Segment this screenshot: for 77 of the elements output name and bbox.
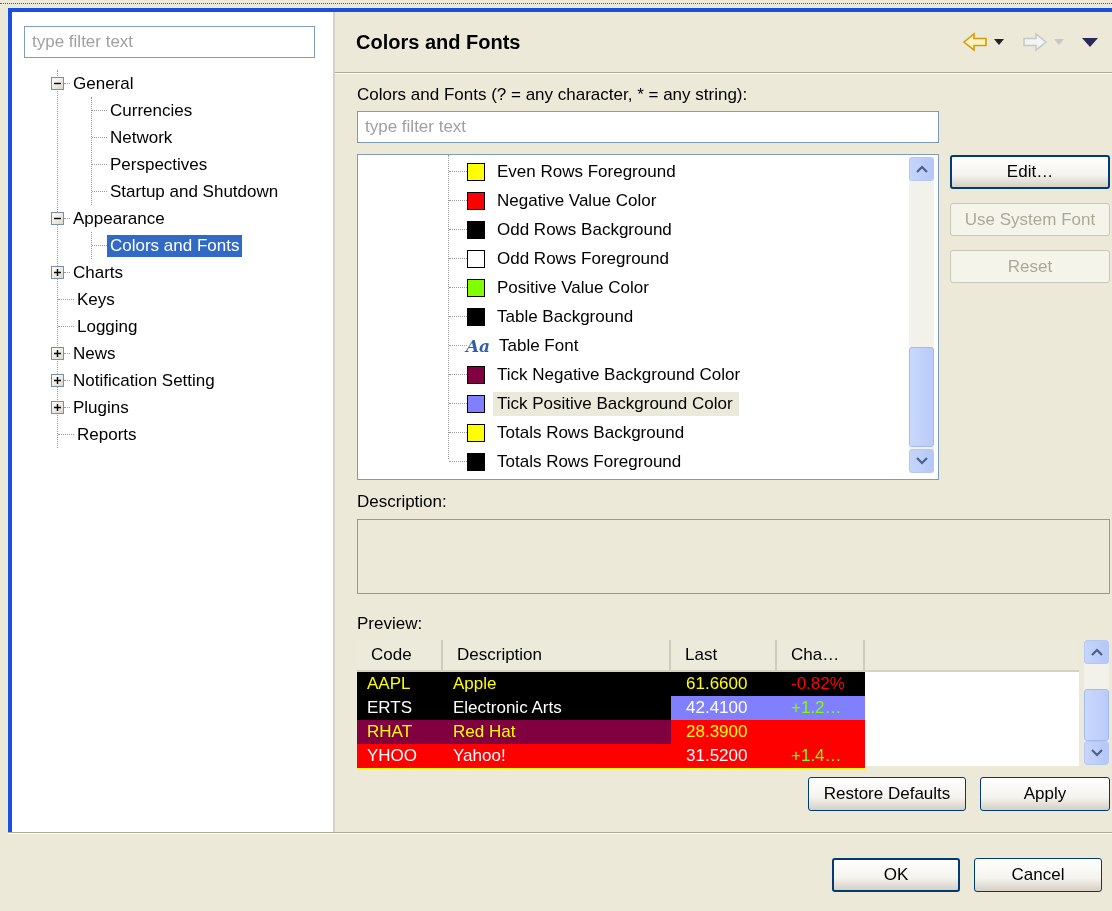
list-item[interactable]: Even Rows Foreground (493, 159, 682, 184)
list-item[interactable]: Totals Rows Background (493, 420, 691, 445)
tree-item[interactable]: News (70, 342, 119, 365)
scroll-thumb[interactable] (909, 347, 934, 447)
expand-icon[interactable] (51, 347, 64, 360)
preview-label: Preview: (357, 613, 424, 635)
collapse-icon[interactable] (51, 77, 64, 90)
scrollbar[interactable] (909, 157, 934, 473)
tree-item[interactable]: Appearance (70, 207, 168, 230)
back-arrow-icon[interactable] (962, 32, 988, 52)
tree-item[interactable]: Startup and Shutdown (107, 180, 282, 203)
list-item[interactable]: Tick Negative Background Color (493, 362, 747, 387)
cell-text: Apple (453, 674, 497, 694)
expand-icon[interactable] (51, 266, 64, 279)
tree-item[interactable]: Notification Setting (70, 369, 218, 392)
ok-button[interactable]: OK (832, 858, 960, 892)
cell-text: 61.6600 (686, 674, 748, 694)
cell-text: -0.82% (791, 674, 845, 694)
list-item[interactable]: Odd Rows Foreground (493, 246, 675, 271)
cell-text: YHOO (367, 746, 418, 766)
column-header[interactable]: Description (443, 640, 671, 670)
scroll-thumb[interactable] (1084, 689, 1109, 741)
cell-text: +1.4… (791, 746, 842, 766)
tree-item[interactable]: Plugins (70, 396, 132, 419)
scroll-down-button[interactable] (909, 449, 934, 473)
tree-item[interactable]: Colors and Fonts (107, 234, 243, 257)
scroll-down-button[interactable] (1084, 741, 1109, 765)
column-header[interactable]: Cha… (777, 640, 865, 670)
list-item[interactable]: Tick Positive Background Color (493, 391, 739, 416)
tree-item[interactable]: Logging (74, 315, 141, 338)
cell-text: ERTS (367, 698, 413, 718)
dropdown-caret-icon[interactable] (994, 39, 1004, 45)
list-item[interactable]: Odd Rows Background (493, 217, 678, 242)
filter-field[interactable]: type filter text (24, 26, 315, 58)
list-item[interactable]: Negative Value Color (493, 188, 663, 213)
chevron-up-icon (915, 165, 928, 173)
tree-item[interactable]: Keys (74, 288, 118, 311)
cell-text: 42.4100 (686, 698, 748, 718)
scroll-up-button[interactable] (1084, 640, 1109, 664)
apply-button[interactable]: Apply (980, 777, 1110, 811)
cell-text: Electronic Arts (453, 698, 562, 718)
tree-item[interactable]: Perspectives (107, 153, 211, 176)
scrollbar[interactable] (1084, 640, 1109, 765)
list-item[interactable]: Table Background (493, 304, 640, 329)
list-item[interactable]: Positive Value Color (493, 275, 655, 300)
tree-item[interactable]: Network (107, 126, 176, 149)
cell-text: 28.3900 (686, 722, 748, 742)
font-icon: Aa (461, 335, 495, 356)
cell-text: Yahoo! (453, 746, 506, 766)
expand-icon[interactable] (51, 374, 64, 387)
expand-icon[interactable] (51, 401, 64, 414)
tree-item[interactable]: General (70, 72, 137, 95)
chevron-up-icon (1090, 648, 1103, 656)
chevron-down-icon (915, 457, 928, 465)
cell-text: RHAT (367, 722, 412, 742)
restore-defaults-button[interactable]: Restore Defaults (808, 777, 966, 811)
tree-item[interactable]: Currencies (107, 99, 196, 122)
action-button[interactable]: Edit… (950, 155, 1110, 189)
view-menu-icon[interactable] (1082, 37, 1098, 47)
scroll-up-button[interactable] (909, 157, 934, 181)
cancel-button[interactable]: Cancel (974, 858, 1102, 892)
page-title: Colors and Fonts (356, 30, 522, 54)
cell-text: 31.5200 (686, 746, 748, 766)
tree-item[interactable]: Charts (70, 261, 127, 284)
chevron-down-icon (1090, 749, 1103, 757)
list-item[interactable]: Table Font (495, 333, 585, 358)
tree-item[interactable]: Reports (74, 423, 140, 446)
cell-text: Red Hat (453, 722, 516, 742)
collapse-icon[interactable] (51, 212, 64, 225)
cell-text: +1.2… (791, 698, 842, 718)
cell-text: AAPL (367, 674, 411, 694)
list-item[interactable]: Totals Rows Foreground (493, 449, 688, 474)
description-label: Description: (357, 491, 448, 513)
filter-field[interactable]: type filter text (357, 111, 939, 143)
column-header[interactable]: Code (357, 640, 443, 670)
column-header[interactable]: Last (671, 640, 777, 670)
filter-label: Colors and Fonts (? = any character, * = any string): (357, 84, 749, 106)
